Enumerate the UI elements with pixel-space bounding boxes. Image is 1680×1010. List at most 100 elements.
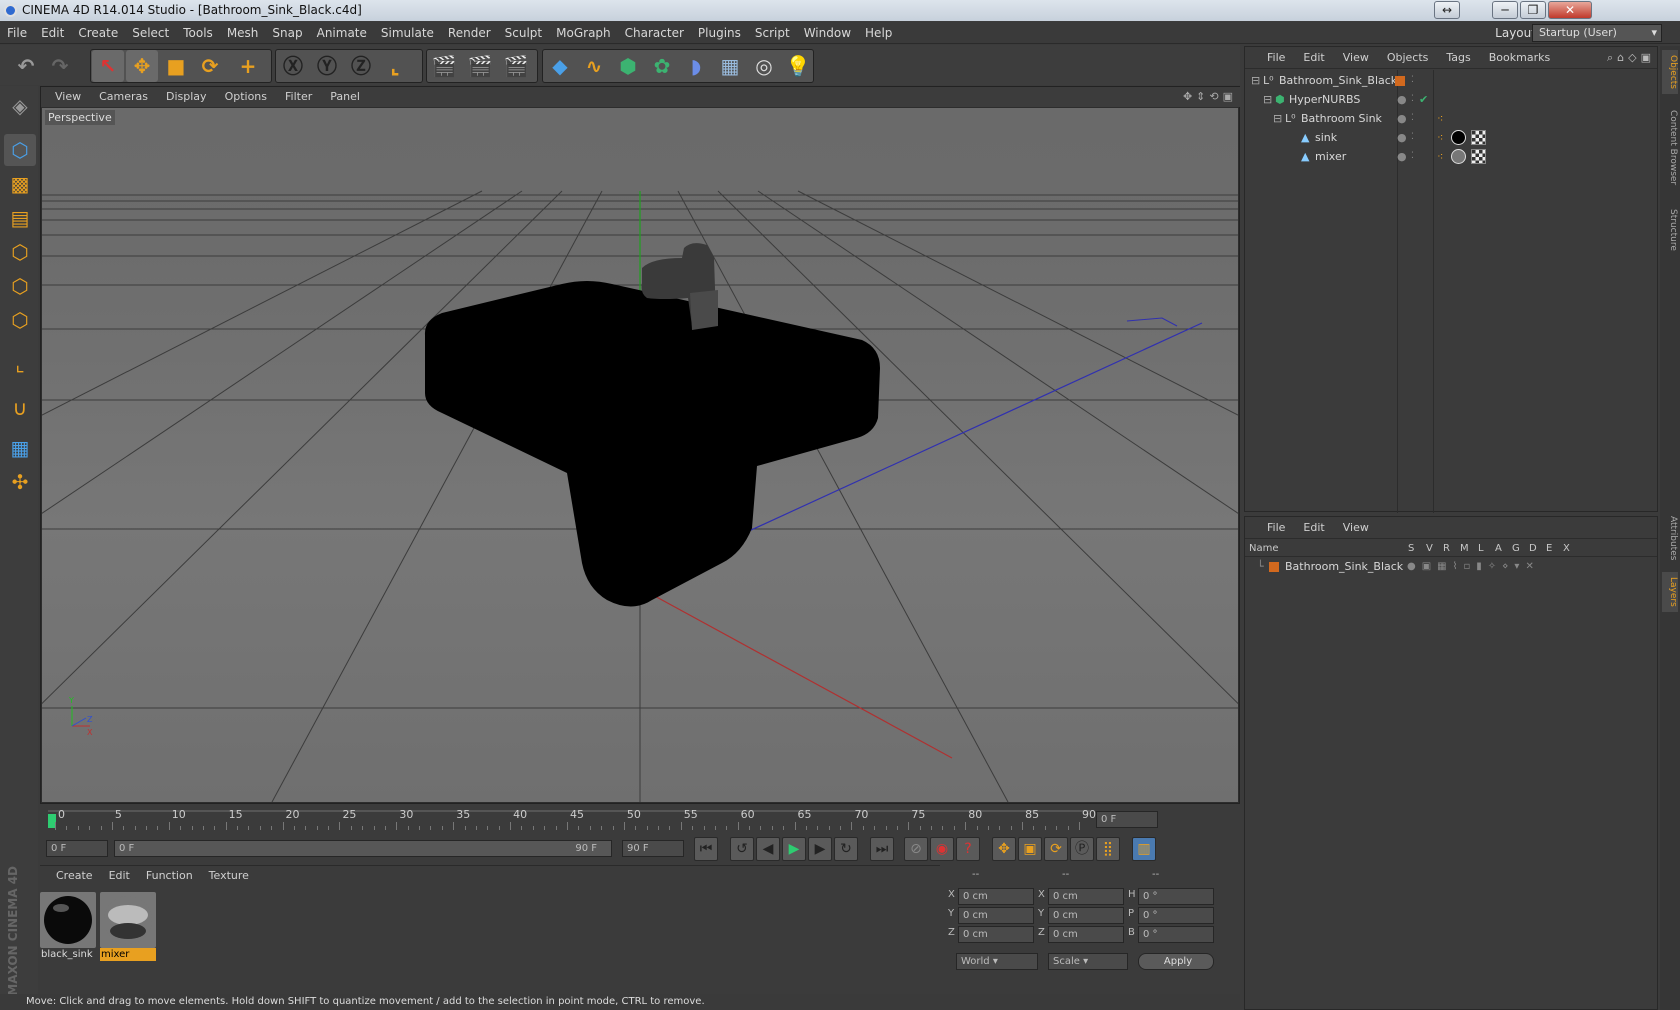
timeline-window-icon[interactable]: ▥ [1132, 837, 1156, 861]
texture-mode-icon[interactable]: ▩ [4, 168, 36, 200]
go-to-start-icon[interactable]: ⏮ [694, 837, 718, 861]
viewport-menu-options[interactable]: Options [216, 87, 276, 107]
visibility-dots[interactable]: ⁚ [1411, 147, 1414, 166]
scale-icon[interactable]: ■ [160, 50, 192, 82]
coord-value-field[interactable]: 0 cm [1048, 907, 1124, 924]
menu-window[interactable]: Window [797, 22, 858, 44]
visibility-dot[interactable]: ● [1397, 90, 1407, 109]
tab-attributes[interactable]: Attributes [1662, 510, 1678, 566]
points-mode-icon[interactable]: ⬡ [4, 236, 36, 268]
layout-select[interactable]: Startup (User) ▾ [1532, 24, 1662, 42]
end-frame-field[interactable]: 90 F [622, 840, 684, 857]
collapse-icon[interactable]: ⊟ [1251, 71, 1260, 90]
maximize-button[interactable]: ❐ [1520, 1, 1546, 19]
live-selection-icon[interactable]: ↖ [92, 50, 124, 82]
menu-select[interactable]: Select [125, 22, 176, 44]
light-icon[interactable]: 💡 [782, 50, 814, 82]
col-solo[interactable]: S [1408, 541, 1414, 557]
previous-key-icon[interactable]: ↺ [730, 837, 754, 861]
key-parameter-icon[interactable]: Ⓟ [1070, 837, 1094, 861]
material-menu-texture[interactable]: Texture [201, 866, 257, 886]
visibility-dot[interactable]: ● [1397, 147, 1407, 166]
tab-layers[interactable]: Layers [1662, 572, 1678, 612]
viewport-menu-view[interactable]: View [41, 87, 90, 107]
viewport-menu-display[interactable]: Display [157, 87, 216, 107]
visibility-dots[interactable]: ⁚ [1411, 128, 1414, 147]
coord-value-field[interactable]: 0 cm [1048, 926, 1124, 943]
tab-structure[interactable]: Structure [1662, 202, 1678, 258]
material-menu-function[interactable]: Function [138, 866, 201, 886]
collapse-icon[interactable]: ⊟ [1273, 109, 1282, 128]
menu-edit[interactable]: Edit [34, 22, 71, 44]
viewport-menu-panel[interactable]: Panel [321, 87, 369, 107]
material-tag-icon[interactable] [1451, 149, 1466, 164]
col-name[interactable]: Name [1249, 541, 1279, 557]
polygons-mode-icon[interactable]: ⬡ [4, 304, 36, 336]
next-frame-icon[interactable]: ▶ [808, 837, 832, 861]
apply-button[interactable]: Apply [1138, 953, 1214, 970]
play-icon[interactable]: ▶ [782, 837, 806, 861]
obj-menu-bookmarks[interactable]: Bookmarks [1480, 47, 1559, 69]
layer-menu-file[interactable]: File [1245, 517, 1294, 539]
menu-render[interactable]: Render [441, 22, 498, 44]
floor-icon[interactable]: ▦ [714, 50, 746, 82]
cube-icon[interactable]: ◆ [544, 50, 576, 82]
layer-flag-icons[interactable]: ●▣▦⌇▫▮✧⋄▾✕ [1407, 559, 1540, 575]
autokey-icon[interactable]: ◉ [930, 837, 954, 861]
material-mixer[interactable]: mixer [100, 892, 156, 964]
go-to-end-icon[interactable]: ⏭ [870, 837, 894, 861]
menu-create[interactable]: Create [71, 22, 125, 44]
col-xref[interactable]: X [1563, 541, 1570, 557]
previous-frame-icon[interactable]: ◀ [756, 837, 780, 861]
obj-menu-tags[interactable]: Tags [1437, 47, 1479, 69]
make-editable-icon[interactable]: ◈ [4, 90, 36, 122]
obj-menu-edit[interactable]: Edit [1294, 47, 1333, 69]
key-position-icon[interactable]: ✥ [992, 837, 1016, 861]
phong-tag-icon[interactable]: ⁖ [1437, 128, 1443, 147]
material-menu-create[interactable]: Create [40, 866, 101, 886]
rotate-icon[interactable]: ⟳ [194, 50, 226, 82]
restore-layout-button[interactable]: ↔ [1434, 1, 1460, 19]
magnet-icon[interactable]: ∪ [4, 392, 36, 424]
coord-value-field[interactable]: 0 cm [958, 888, 1034, 905]
enabled-check-icon[interactable]: ✔ [1419, 90, 1428, 109]
current-frame-field[interactable]: 0 F [1096, 811, 1158, 828]
menu-tools[interactable]: Tools [176, 22, 220, 44]
menu-help[interactable]: Help [858, 22, 899, 44]
coord-value-field[interactable]: 0 cm [1048, 888, 1124, 905]
tab-content-browser[interactable]: Content Browser [1662, 100, 1678, 196]
visibility-dots[interactable]: ⁚ [1411, 71, 1414, 90]
col-animation[interactable]: A [1495, 541, 1502, 557]
layer-menu-view[interactable]: View [1334, 517, 1378, 539]
snap-icon[interactable]: ✣ [4, 466, 36, 498]
key-pla-icon[interactable]: ⣿ [1096, 837, 1120, 861]
layer-row[interactable]: └ Bathroom_Sink_Black ●▣▦⌇▫▮✧⋄▾✕ [1245, 559, 1657, 575]
col-generators[interactable]: G [1512, 541, 1520, 557]
close-button[interactable]: ✕ [1548, 1, 1592, 19]
camera-icon[interactable]: ◎ [748, 50, 780, 82]
viewport-menu-cameras[interactable]: Cameras [90, 87, 157, 107]
world-dropdown[interactable]: World ▾ [956, 953, 1038, 970]
visibility-dot[interactable]: ● [1397, 128, 1407, 147]
minimize-button[interactable]: ─ [1492, 1, 1518, 19]
tab-objects[interactable]: Objects [1662, 50, 1678, 94]
menu-mesh[interactable]: Mesh [220, 22, 266, 44]
key-rotation-icon[interactable]: ⟳ [1044, 837, 1068, 861]
layer-menu-edit[interactable]: Edit [1294, 517, 1333, 539]
workplane-icon[interactable]: ▤ [4, 202, 36, 234]
axis-mode-icon[interactable]: ⌞ [4, 348, 36, 380]
layer-color-swatch[interactable] [1269, 562, 1279, 572]
col-locked[interactable]: L [1478, 541, 1484, 557]
material-menu-edit[interactable]: Edit [101, 866, 138, 886]
obj-menu-file[interactable]: File [1245, 47, 1294, 69]
undo-icon[interactable]: ↶ [10, 50, 42, 82]
menu-character[interactable]: Character [618, 22, 691, 44]
collapse-icon[interactable]: ⊟ [1263, 90, 1272, 109]
add-icon[interactable]: + [232, 50, 264, 82]
visibility-dot[interactable]: ● [1397, 109, 1407, 128]
material-tag-icon[interactable] [1451, 130, 1466, 145]
uvw-tag-icon[interactable] [1471, 149, 1486, 164]
nurbs-icon[interactable]: ⬢ [612, 50, 644, 82]
obj-menu-view[interactable]: View [1334, 47, 1378, 69]
coord-value-field[interactable]: 0 cm [958, 907, 1034, 924]
